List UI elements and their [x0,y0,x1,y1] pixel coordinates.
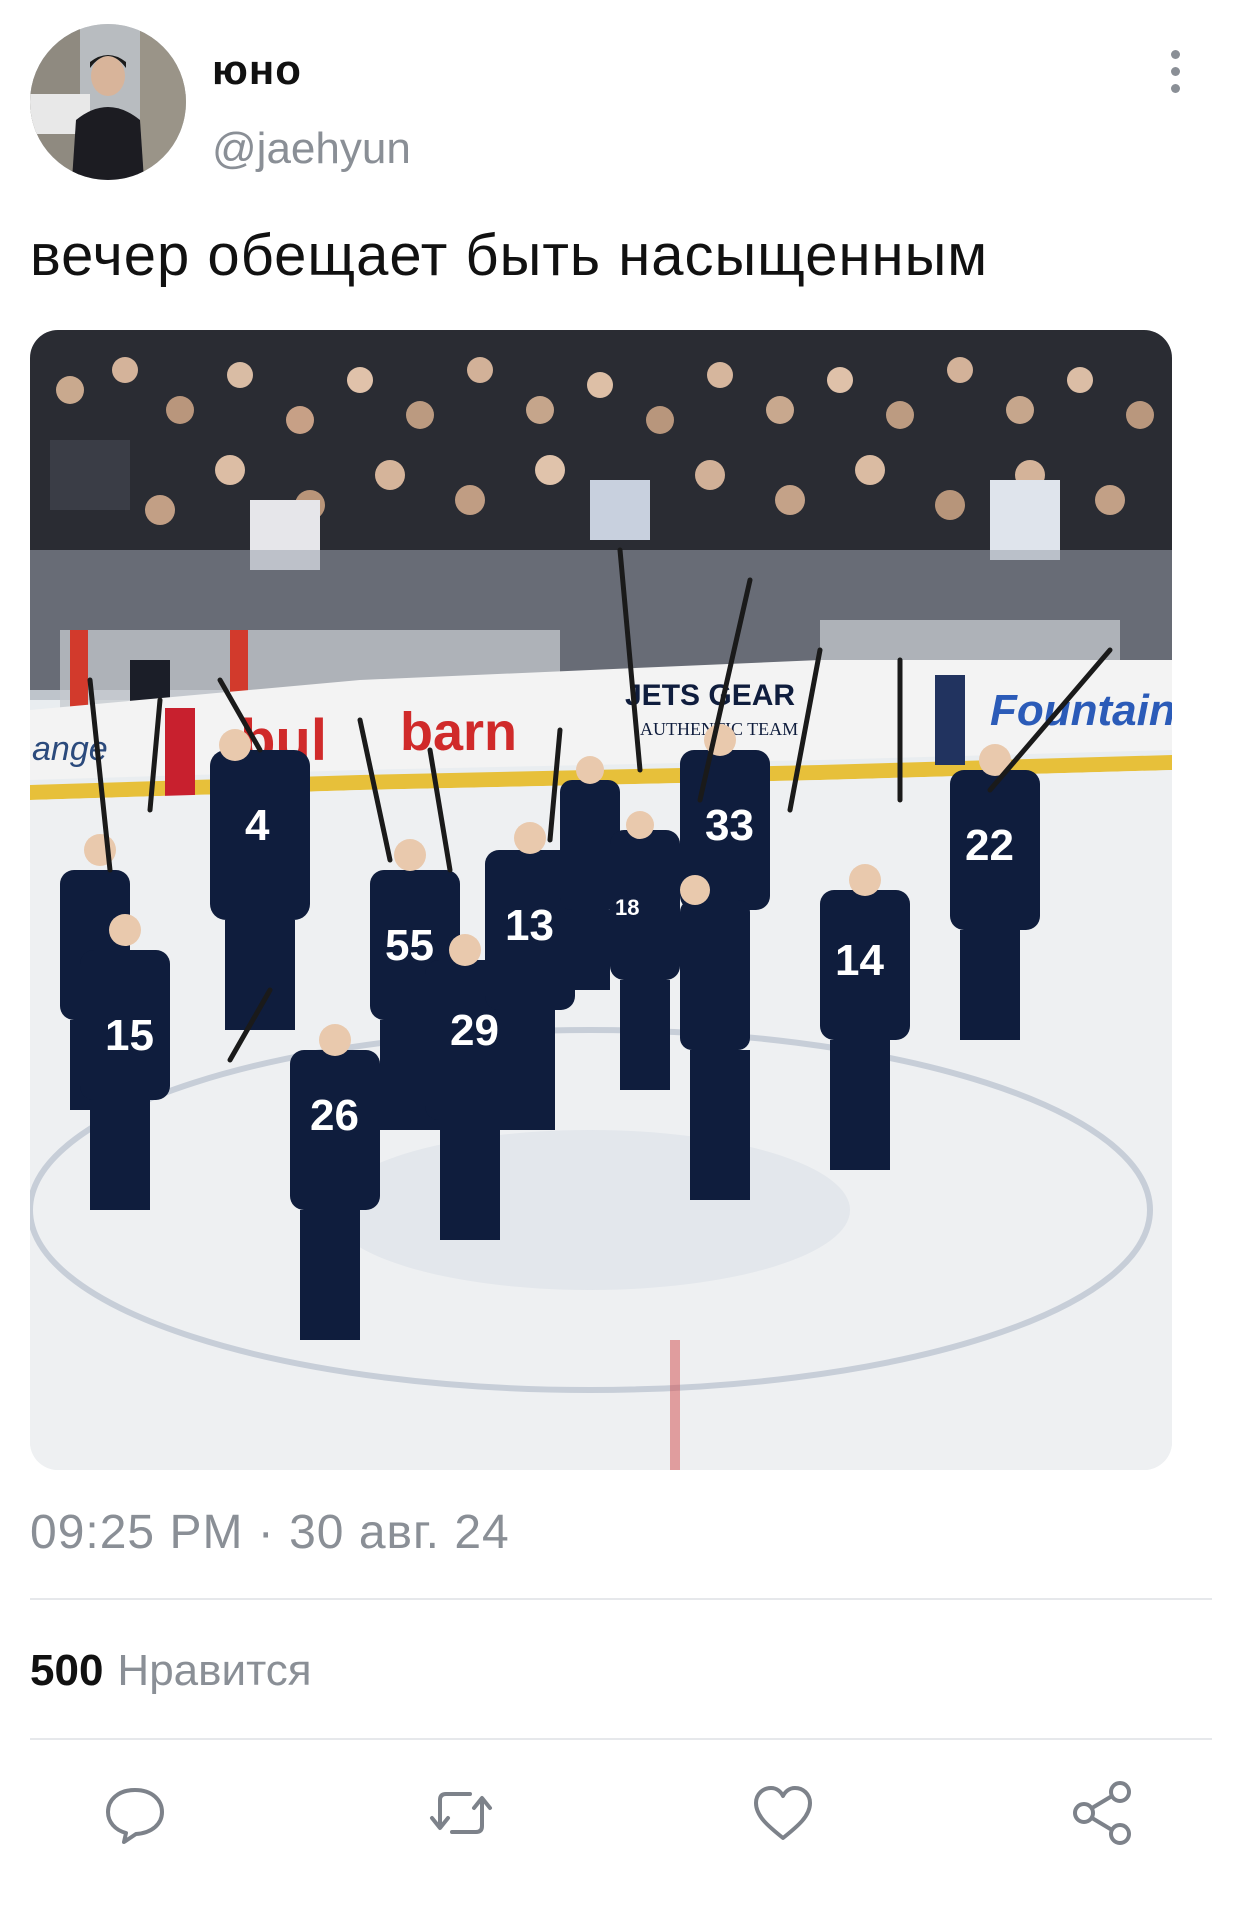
divider [30,1598,1212,1600]
avatar[interactable] [30,24,186,180]
board-jets-gear: JETS GEAR [625,679,795,712]
jersey-number: 13 [505,901,554,950]
more-options-button[interactable] [1160,50,1190,100]
likes-count: 500 [30,1646,104,1695]
board-brand-barn: barn [400,702,517,762]
retweet-button[interactable] [426,1778,496,1848]
jersey-number: 26 [310,1091,359,1140]
likes-summary[interactable]: 500 Нравится [30,1646,312,1696]
reply-icon [106,1788,164,1844]
tweet-timestamp: 09:25 PM · 30 авг. 24 [30,1506,510,1559]
jersey-number: 15 [105,1011,154,1060]
heart-icon [754,1786,812,1840]
jersey-number: 29 [450,1006,499,1055]
divider [30,1738,1212,1740]
jersey-number: 14 [835,936,884,985]
share-icon [1073,1781,1131,1845]
retweet-icon [430,1792,492,1834]
likes-label: Нравится [117,1646,312,1695]
reply-button[interactable] [100,1778,170,1848]
more-dot-icon [1170,67,1180,76]
tweet-header: юно @jaehyun [0,0,1242,200]
jersey-number: 33 [705,801,754,850]
jersey-number: 4 [245,801,270,850]
jersey-number: 55 [385,921,434,970]
user-handle[interactable]: @jaehyun [212,124,411,174]
more-dot-icon [1170,50,1180,59]
like-button[interactable] [748,1778,818,1848]
display-name[interactable]: юно [212,46,302,94]
jersey-number: 22 [965,821,1014,870]
board-fountain: Fountain [990,686,1172,735]
jersey-number: 18 [615,895,639,920]
tweet-media-image[interactable]: ange bul barn JETS GEAR AUTHENTIC TEAM F… [30,330,1172,1470]
more-dot-icon [1170,84,1180,93]
share-button[interactable] [1070,1778,1140,1848]
tweet-text: вечер обещает быть насыщенным [30,223,989,288]
